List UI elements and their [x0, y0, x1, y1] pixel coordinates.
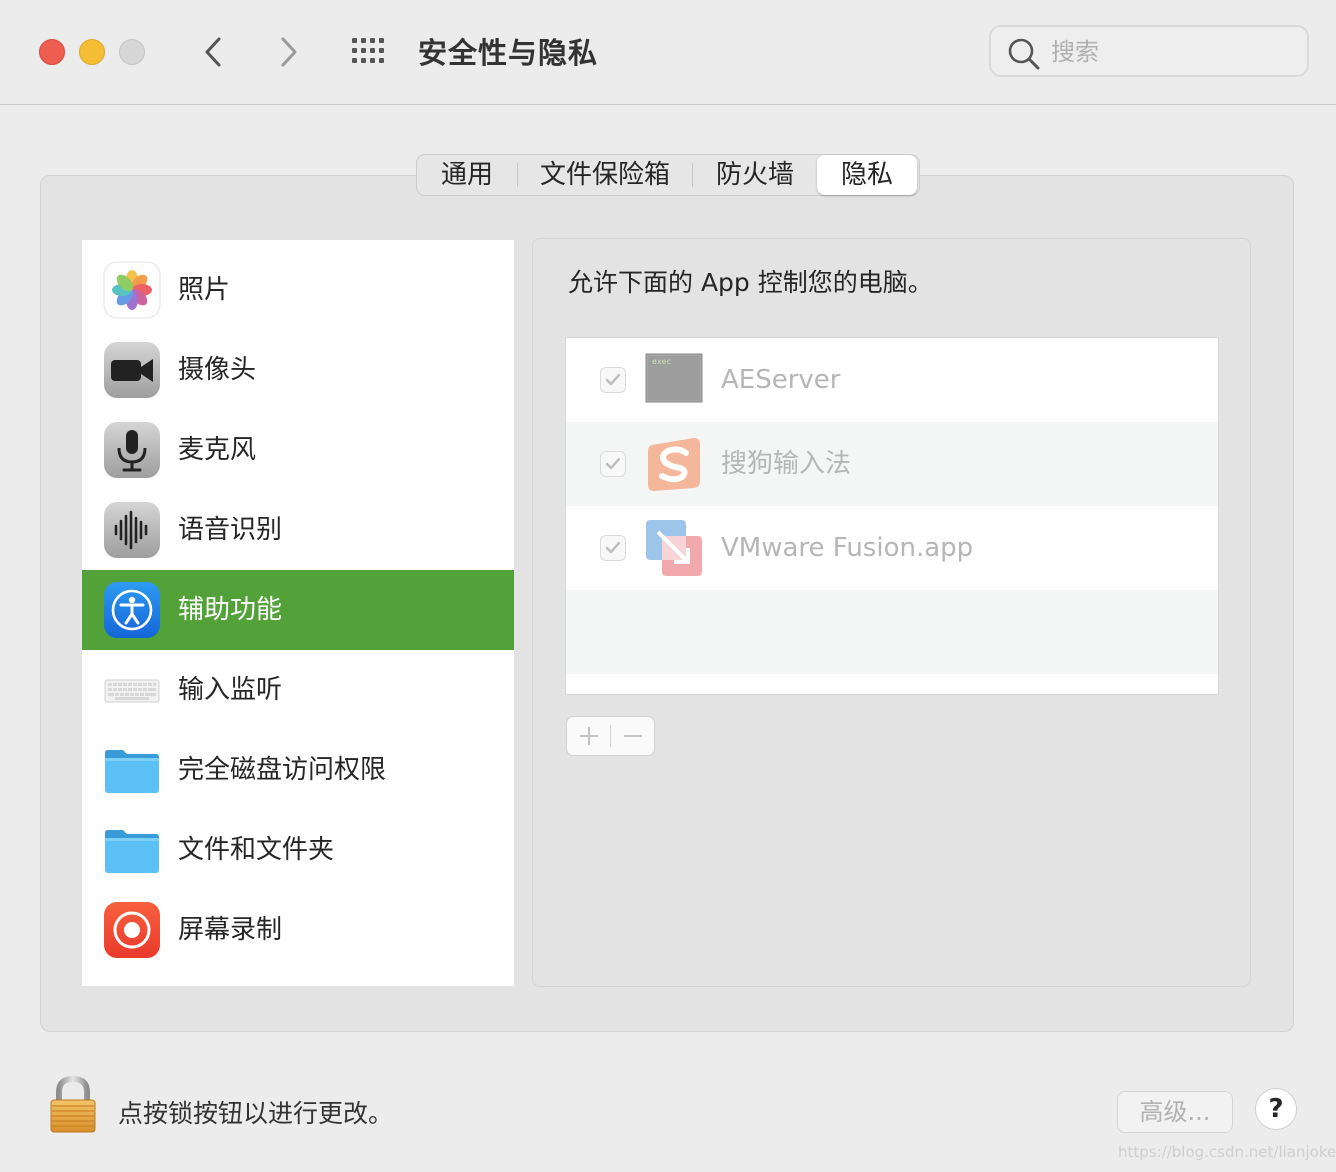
window-title: 安全性与隐私 — [418, 36, 599, 70]
list-item[interactable]: exec AEServer — [566, 338, 1218, 422]
sidebar-item-label: 语音识别 — [178, 515, 283, 545]
sidebar-item-label: 照片 — [178, 275, 231, 305]
watermark: https://blog.csdn.net/lianjoke0 — [1118, 1143, 1336, 1161]
search-icon — [1008, 38, 1040, 70]
sidebar-item-microphone[interactable]: 麦克风 — [82, 410, 514, 490]
checkmark-icon — [605, 541, 621, 554]
app-icon — [103, 981, 161, 986]
search-field[interactable] — [989, 25, 1309, 77]
chevron-left-icon — [205, 37, 221, 67]
forward-button[interactable] — [270, 34, 306, 70]
sidebar-item-label: 完全磁盘访问权限 — [178, 755, 387, 785]
photos-icon — [103, 261, 161, 319]
camera-icon — [104, 342, 160, 398]
detail-heading: 允许下面的 App 控制您的电脑。 — [568, 268, 933, 297]
advanced-button[interactable]: 高级... — [1117, 1091, 1233, 1133]
microphone-icon — [104, 422, 160, 478]
app-checkbox[interactable] — [600, 367, 626, 393]
empty-list-row — [566, 590, 1218, 674]
lock-hint-text: 点按锁按钮以进行更改。 — [118, 1099, 394, 1128]
exec-icon: exec — [645, 353, 703, 403]
sidebar-item-full-disk-access[interactable]: 完全磁盘访问权限 — [82, 730, 514, 810]
tab-firewall[interactable]: 防火墙 — [693, 155, 817, 195]
tab-bar: 通用 文件保险箱 防火墙 隐私 — [416, 154, 920, 196]
exec-icon-label: exec — [652, 357, 671, 366]
checkmark-icon — [605, 457, 621, 470]
accessibility-icon — [104, 582, 160, 638]
sidebar-item-partial[interactable] — [82, 970, 514, 986]
chevron-right-icon — [281, 37, 297, 67]
app-checkbox[interactable] — [600, 451, 626, 477]
grid-icon — [352, 38, 384, 63]
list-item[interactable]: 搜狗输入法 — [566, 422, 1218, 506]
folder-icon — [105, 750, 159, 793]
sidebar-item-input-monitoring[interactable]: 输入监听 — [82, 650, 514, 730]
sidebar-item-files-and-folders[interactable]: 文件和文件夹 — [82, 810, 514, 890]
help-button[interactable]: ? — [1255, 1088, 1297, 1130]
screen-recording-icon — [104, 902, 160, 958]
sidebar-item-label: 输入监听 — [178, 675, 283, 705]
sidebar-item-label: 摄像头 — [178, 355, 257, 385]
minimize-window-button[interactable] — [79, 39, 105, 65]
folder-icon — [105, 830, 159, 873]
keyboard-icon — [104, 679, 160, 703]
sidebar-item-label: 辅助功能 — [178, 595, 283, 625]
add-remove-control — [566, 716, 655, 756]
plus-icon — [579, 727, 598, 745]
allowed-apps-list[interactable]: exec AEServer 搜狗输入法 VMware Fusion.app — [565, 337, 1219, 695]
sidebar-item-label: 文件和文件夹 — [178, 835, 335, 865]
tab-filevault[interactable]: 文件保险箱 — [518, 155, 692, 195]
privacy-category-list[interactable]: 照片 摄像头 麦克风 语音识别 辅助功能 输入监听 完全磁盘访问权限 文件和文件… — [82, 240, 514, 986]
add-app-button[interactable] — [567, 717, 610, 755]
sidebar-item-screen-recording[interactable]: 屏幕录制 — [82, 890, 514, 970]
zoom-window-button[interactable] — [119, 39, 145, 65]
app-name: 搜狗输入法 — [721, 449, 852, 479]
speech-recognition-icon — [104, 502, 160, 558]
tab-privacy[interactable]: 隐私 — [817, 155, 917, 195]
lock-button[interactable] — [48, 1075, 98, 1134]
app-name: VMware Fusion.app — [721, 533, 974, 563]
sidebar-item-photos[interactable]: 照片 — [82, 250, 514, 330]
remove-app-button[interactable] — [611, 717, 654, 755]
checkmark-icon — [605, 373, 621, 386]
sidebar-item-label: 麦克风 — [178, 435, 257, 465]
sogou-icon — [648, 438, 700, 491]
sidebar-item-camera[interactable]: 摄像头 — [82, 330, 514, 410]
title-bar: 安全性与隐私 — [0, 0, 1336, 105]
search-input[interactable] — [1049, 35, 1293, 69]
sidebar-item-accessibility[interactable]: 辅助功能 — [82, 570, 514, 650]
minus-icon — [623, 735, 642, 737]
app-name: AEServer — [721, 365, 841, 395]
sidebar-item-speech-recognition[interactable]: 语音识别 — [82, 490, 514, 570]
padlock-icon — [50, 1075, 96, 1133]
vmware-fusion-icon — [646, 520, 702, 576]
close-window-button[interactable] — [39, 39, 65, 65]
back-button[interactable] — [196, 34, 232, 70]
tab-general[interactable]: 通用 — [417, 155, 517, 195]
sidebar-item-label: 屏幕录制 — [178, 915, 283, 945]
list-item[interactable]: VMware Fusion.app — [566, 506, 1218, 590]
show-all-button[interactable] — [351, 37, 389, 65]
app-checkbox[interactable] — [600, 535, 626, 561]
